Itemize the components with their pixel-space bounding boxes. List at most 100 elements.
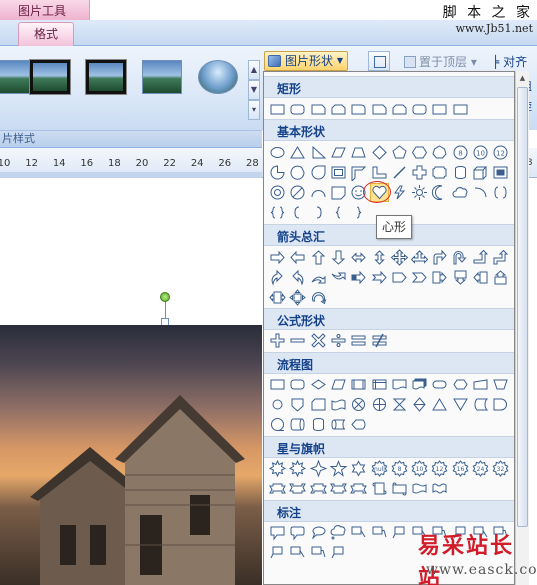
shape-f-disk-option[interactable]: [309, 415, 328, 434]
shape-donut-option[interactable]: [268, 183, 287, 202]
shape-half-option[interactable]: [349, 163, 368, 182]
shape-f-card-option[interactable]: [309, 395, 328, 414]
shape-a-lup-option[interactable]: [471, 248, 490, 267]
shape-cal-b-option[interactable]: [390, 523, 409, 542]
shape-s-n-option[interactable]: null: [370, 459, 389, 478]
shape-cal-c-option[interactable]: [329, 523, 348, 542]
shape-snip2-option[interactable]: [390, 100, 409, 119]
shape-rtri-option[interactable]: [309, 143, 328, 162]
shape-s-n-16-option[interactable]: 16: [451, 459, 470, 478]
shape-a-u-d-option[interactable]: [370, 248, 389, 267]
shape-rrect-option[interactable]: [410, 100, 429, 119]
shape-f-seq-option[interactable]: [268, 415, 287, 434]
shape-tri-option[interactable]: [288, 143, 307, 162]
shape-f-merge-option[interactable]: [451, 395, 470, 414]
shape-f-coll-option[interactable]: [390, 395, 409, 414]
shape-c-up-option[interactable]: [491, 268, 510, 287]
shape-brc-l-option[interactable]: [329, 203, 348, 222]
shape-rect-option[interactable]: [268, 100, 287, 119]
shape-bolt-option[interactable]: [390, 183, 409, 202]
align-button[interactable]: ╞ 对齐: [492, 53, 527, 70]
shape-circ-a-option[interactable]: [309, 288, 328, 307]
shape-rib-u-option[interactable]: [349, 479, 368, 498]
shape-a-uturn-option[interactable]: [451, 248, 470, 267]
shape-a-curv-l-option[interactable]: [288, 268, 307, 287]
shape-a-str-option[interactable]: [349, 268, 368, 287]
shape-fold-option[interactable]: [329, 183, 348, 202]
shape-c-right-option[interactable]: [430, 268, 449, 287]
shape-a-bent-option[interactable]: [430, 248, 449, 267]
shape-bevel-option[interactable]: [491, 163, 510, 182]
shape-a3-option[interactable]: [410, 248, 429, 267]
shape-f-dec-option[interactable]: [309, 375, 328, 394]
shape-a-curv-r-option[interactable]: [268, 268, 287, 287]
shape-cal-r-r-option[interactable]: [288, 523, 307, 542]
shape-brk-r-option[interactable]: [309, 203, 328, 222]
picture-style-thumb[interactable]: [85, 59, 127, 95]
gallery-down-icon[interactable]: ▼: [248, 80, 260, 100]
shape-cal-o-option[interactable]: [309, 523, 328, 542]
bring-to-front-button[interactable]: 置于顶层 ▾: [404, 53, 477, 70]
shape-frame-option[interactable]: [329, 163, 348, 182]
shape-trap-option[interactable]: [349, 143, 368, 162]
shape-rib-d-option[interactable]: [329, 479, 348, 498]
shape-f-sort-option[interactable]: [410, 395, 429, 414]
shape-f-tape-option[interactable]: [329, 395, 348, 414]
shape-hept-option[interactable]: [430, 143, 449, 162]
shape-a-notch-option[interactable]: [370, 268, 389, 287]
shape-cal-l-option[interactable]: [288, 543, 307, 562]
shape-f-alt-option[interactable]: [288, 375, 307, 394]
picture-style-thumb[interactable]: [198, 60, 238, 94]
picture-style-thumb[interactable]: [0, 60, 30, 94]
shape-brc-r-option[interactable]: [349, 203, 368, 222]
selected-picture[interactable]: [0, 325, 262, 585]
shape-c-down-option[interactable]: [451, 268, 470, 287]
shape-c4-option[interactable]: [288, 288, 307, 307]
shape-snip-option[interactable]: [309, 100, 328, 119]
shape-c-left-option[interactable]: [471, 268, 490, 287]
scroll-thumb[interactable]: [517, 87, 528, 527]
shape-oval-option[interactable]: [268, 143, 287, 162]
shape-f-conn-option[interactable]: [268, 395, 287, 414]
shape-diag-option[interactable]: [390, 163, 409, 182]
shape-rrect-option[interactable]: [288, 100, 307, 119]
shape-s6-option[interactable]: [349, 459, 368, 478]
shape-f-int-option[interactable]: [370, 375, 389, 394]
shape-f-data-option[interactable]: [329, 375, 348, 394]
shape-rib-d-option[interactable]: [288, 479, 307, 498]
shape-a-l-r-option[interactable]: [349, 248, 368, 267]
shape-f-mag-option[interactable]: [288, 415, 307, 434]
shape-sun-option[interactable]: [410, 183, 429, 202]
shape-equal-option[interactable]: [349, 331, 368, 350]
shape-a-u-option[interactable]: [309, 248, 328, 267]
shape-num-10-option[interactable]: 10: [471, 143, 490, 162]
shape-s-n-12-option[interactable]: 12: [430, 459, 449, 478]
shape-f-delay-option[interactable]: [491, 395, 510, 414]
shape-snip-option[interactable]: [370, 100, 389, 119]
shape-pie-option[interactable]: [268, 163, 287, 182]
shape-s-n-24-option[interactable]: 24: [471, 459, 490, 478]
shape-nosym-option[interactable]: [288, 183, 307, 202]
shape-pent-a-option[interactable]: [390, 268, 409, 287]
shape-divide-option[interactable]: [329, 331, 348, 350]
shape-rib-u-option[interactable]: [268, 479, 287, 498]
shape-plus-option[interactable]: [268, 331, 287, 350]
shape-a-curv-d-option[interactable]: [329, 268, 348, 287]
shape-f-doc-option[interactable]: [390, 375, 409, 394]
shape-f-term-option[interactable]: [430, 375, 449, 394]
shape-a-l-option[interactable]: [288, 248, 307, 267]
shape-minus-option[interactable]: [288, 331, 307, 350]
shape-tear-option[interactable]: [309, 163, 328, 182]
document-page[interactable]: [0, 178, 262, 324]
shape-f-m-doc-option[interactable]: [410, 375, 429, 394]
shape-cal-b-option[interactable]: [268, 543, 287, 562]
shape-pent-option[interactable]: [390, 143, 409, 162]
shape-para-option[interactable]: [329, 143, 348, 162]
shape-cloud-option[interactable]: [451, 183, 470, 202]
gallery-scroll[interactable]: ▲ ▼ ▾: [248, 60, 260, 120]
shape-f-sum-option[interactable]: [349, 395, 368, 414]
shape-a-d-option[interactable]: [329, 248, 348, 267]
shape-num-8-option[interactable]: 8: [451, 143, 470, 162]
shape-s4-option[interactable]: [309, 459, 328, 478]
shape-plaque-option[interactable]: [430, 163, 449, 182]
